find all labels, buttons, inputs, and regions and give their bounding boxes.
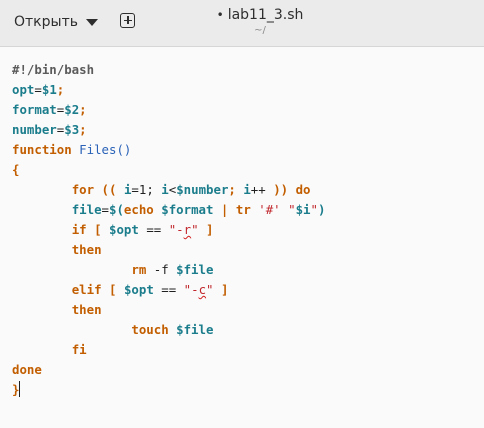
code-view[interactable]: #!/bin/bash opt=$1; format=$2; number=$3… [12, 60, 325, 400]
code-shebang: #!/bin/bash [12, 62, 95, 77]
code-function-name: Files() [79, 142, 132, 157]
chevron-down-icon [85, 19, 98, 26]
text-cursor [19, 381, 21, 397]
unsaved-indicator: • [216, 8, 224, 22]
window-title: • lab11_3.sh ~/ [170, 6, 350, 38]
document-title: lab11_3.sh [227, 7, 304, 23]
code-keyword: function [12, 142, 72, 157]
new-tab-icon[interactable] [120, 13, 135, 28]
code-var: number [12, 122, 57, 137]
open-button[interactable]: Открыть [6, 8, 106, 36]
open-button-label: Открыть [14, 14, 78, 30]
spellcheck-mark: c [198, 282, 207, 297]
text-editor-window: Открыть • lab11_3.sh ~/ #!/bin/bash opt=$… [0, 0, 484, 428]
header-bar: Открыть • lab11_3.sh ~/ [0, 0, 484, 47]
spellcheck-mark: r [183, 222, 192, 237]
document-path: ~/ [254, 25, 266, 36]
code-var: opt [12, 82, 35, 97]
code-var: format [12, 102, 57, 117]
